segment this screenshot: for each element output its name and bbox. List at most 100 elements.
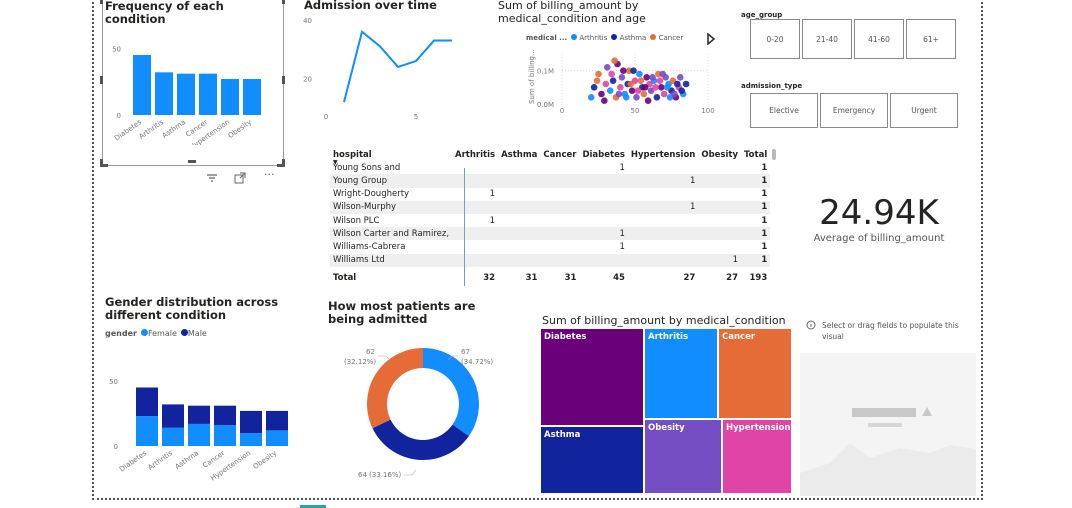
filter-icon[interactable] bbox=[206, 173, 218, 183]
selection-handle[interactable] bbox=[100, 159, 108, 167]
legend-item-female[interactable]: Female bbox=[140, 329, 177, 338]
matrix-scrollbar[interactable] bbox=[772, 149, 776, 160]
frequency-visual[interactable]: Frequency of each condition 0 50 Diabetes A… bbox=[102, 0, 284, 166]
matrix-column-header[interactable]: hospital bbox=[330, 148, 452, 161]
focus-mode-icon[interactable] bbox=[234, 172, 246, 184]
slicer-option[interactable]: 61+ bbox=[906, 19, 956, 59]
matrix-column-header[interactable]: Diabetes bbox=[579, 148, 627, 161]
slicer-option[interactable]: Urgent bbox=[890, 93, 958, 128]
y-axis-title: Sum of billing... bbox=[528, 49, 536, 104]
scatter-point bbox=[660, 90, 668, 98]
table-cell bbox=[627, 227, 699, 241]
table-cell bbox=[698, 174, 742, 188]
selection-handle[interactable] bbox=[100, 0, 108, 4]
table-cell: 1 bbox=[761, 189, 768, 200]
table-row[interactable]: Williams-Cabrera 1 1 bbox=[330, 240, 770, 253]
treemap-cell[interactable]: Cancer bbox=[718, 328, 792, 419]
legend-item-male[interactable]: Male bbox=[180, 329, 207, 338]
scatter-point bbox=[676, 74, 684, 81]
matrix-column-header[interactable]: Hypertension bbox=[628, 148, 698, 161]
table-cell bbox=[540, 253, 580, 267]
table-row[interactable]: Young Sons and 1 1 bbox=[330, 161, 770, 174]
bar-segment bbox=[188, 423, 210, 446]
scatter-visual[interactable]: Sum of billing_amount by medical_conditi… bbox=[496, 0, 726, 123]
treemap-cell[interactable]: Asthma bbox=[540, 426, 644, 494]
table-cell: Wilson PLC bbox=[333, 215, 380, 226]
table-cell bbox=[579, 253, 628, 267]
bar-segment bbox=[240, 433, 262, 446]
table-row[interactable]: Wilson Carter and Ramirez, 1 1 bbox=[330, 227, 771, 241]
treemap-visual[interactable]: Sum of billing_amount by medical_conditi… bbox=[540, 312, 792, 496]
scatter-point bbox=[587, 94, 595, 101]
admission-visual[interactable]: Admission over time 40 20 0 5 bbox=[302, 0, 474, 128]
donut-visual[interactable]: How most patients are being admitted 67 (… bbox=[328, 300, 518, 496]
legend-item-asthma[interactable]: Asthma bbox=[611, 34, 646, 42]
more-options-icon[interactable]: ··· bbox=[264, 168, 275, 181]
scatter-point bbox=[636, 70, 643, 78]
matrix-column-header[interactable]: Asthma bbox=[498, 148, 540, 161]
leader-line bbox=[404, 469, 417, 476]
empty-visual[interactable]: Select or drag fields to populate this v… bbox=[800, 316, 980, 498]
table-cell bbox=[452, 174, 499, 188]
billing-card[interactable]: 24.94K Average of billing_amount bbox=[794, 193, 964, 263]
bar bbox=[177, 73, 195, 115]
slicer-option[interactable]: Emergency bbox=[820, 93, 888, 128]
scatter-point bbox=[609, 77, 617, 84]
slicer-option[interactable]: 0-20 bbox=[750, 19, 800, 59]
scatter-point bbox=[628, 87, 636, 94]
sort-arrow-icon[interactable]: ▼ bbox=[333, 159, 338, 166]
table-cell: 1 bbox=[698, 253, 742, 267]
x-tick-label: Diabetes bbox=[118, 449, 148, 474]
table-cell bbox=[498, 240, 540, 253]
selection-handle[interactable] bbox=[282, 76, 285, 84]
table-row[interactable]: Williams Ltd 1 1 bbox=[330, 253, 771, 267]
matrix-column-header[interactable]: Obesity bbox=[698, 148, 741, 161]
slicer-option[interactable]: 41-60 bbox=[854, 19, 904, 59]
treemap-cell[interactable]: Diabetes bbox=[540, 328, 644, 426]
table-row[interactable]: Young Group 1 1 bbox=[330, 174, 771, 188]
table-cell bbox=[628, 161, 698, 174]
slicer-option[interactable]: 21-40 bbox=[802, 19, 852, 59]
matrix-column-header[interactable]: Cancer bbox=[540, 148, 579, 161]
admission-type-slicer-title: admission_type bbox=[741, 82, 803, 90]
x-tick-label: 0 bbox=[560, 107, 564, 115]
placeholder-illustration bbox=[800, 353, 976, 496]
selection-handle[interactable] bbox=[100, 76, 103, 84]
table-cell bbox=[698, 161, 741, 174]
table-row[interactable]: Wright-Dougherty 1 1 bbox=[330, 188, 770, 201]
hospital-matrix[interactable]: hospital Arthritis Asthma Cancer Diabetes Hyp… bbox=[330, 148, 776, 293]
table-row[interactable]: Wilson PLC 1 1 bbox=[330, 214, 770, 227]
treemap-cell[interactable]: Obesity bbox=[644, 419, 722, 494]
scatter-title: Sum of billing_amount by medical_conditi… bbox=[498, 0, 646, 25]
x-tick-label: 100 bbox=[701, 107, 714, 115]
scatter-legend-label: medical ... bbox=[526, 34, 568, 42]
scatter-point bbox=[590, 84, 598, 91]
info-icon bbox=[806, 320, 816, 330]
table-cell bbox=[579, 188, 627, 201]
slicer-option[interactable]: Elective bbox=[750, 93, 818, 128]
gender-visual[interactable]: Gender distribution across different con… bbox=[102, 294, 302, 494]
table-cell: 1 bbox=[761, 215, 768, 226]
selection-handle[interactable] bbox=[277, 159, 285, 167]
treemap-cell[interactable]: Hypertension bbox=[722, 419, 792, 494]
table-cell bbox=[579, 174, 628, 188]
scatter-point bbox=[633, 94, 640, 101]
matrix-column-header[interactable]: Total bbox=[741, 148, 770, 161]
table-cell bbox=[452, 227, 499, 241]
treemap-cell[interactable]: Arthritis bbox=[644, 328, 718, 419]
total-cell: 31 bbox=[525, 272, 538, 283]
bar-segment bbox=[214, 405, 236, 426]
table-cell: 1 bbox=[741, 253, 771, 267]
table-cell bbox=[540, 240, 579, 253]
selection-handle[interactable] bbox=[277, 0, 285, 4]
table-cell bbox=[579, 200, 628, 214]
legend-item-cancer[interactable]: Cancer bbox=[650, 34, 683, 42]
matrix-column-header[interactable]: Arthritis bbox=[452, 148, 498, 161]
table-cell bbox=[452, 240, 498, 253]
selection-handle[interactable] bbox=[188, 160, 196, 163]
table-row[interactable]: Wilson-Murphy 1 1 bbox=[330, 200, 771, 214]
play-icon[interactable] bbox=[706, 33, 716, 45]
donut-title: How most patients are being admitted bbox=[328, 299, 476, 326]
table-cell bbox=[452, 161, 498, 174]
legend-item-arthritis[interactable]: Arthritis bbox=[571, 34, 607, 42]
